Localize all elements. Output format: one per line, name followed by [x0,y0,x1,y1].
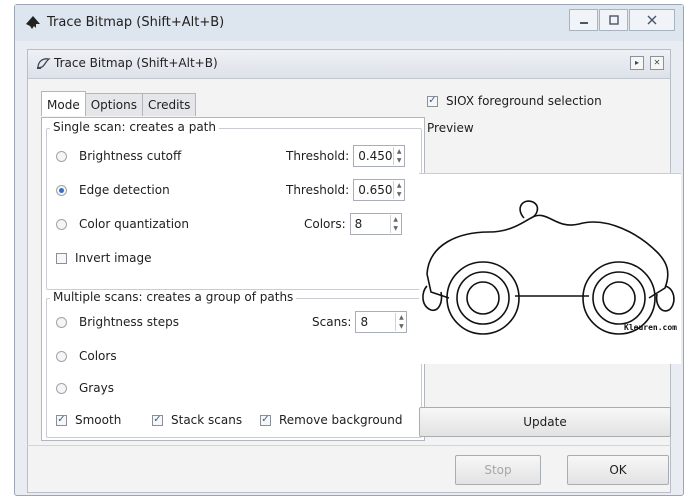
smooth-option[interactable]: ✓ Smooth [56,408,121,432]
close-button[interactable] [629,9,675,31]
brightness-threshold-label: Threshold: [286,149,350,163]
brightness-steps-radio[interactable] [56,316,67,328]
brightness-threshold-field: Threshold: 0.450 ▲ ▼ [286,145,406,167]
remove-background-label: Remove background [279,413,403,427]
single-scan-legend: Single scan: creates a path [50,120,219,134]
preview-area: Kleuren.com [419,173,681,364]
brightness-threshold-value[interactable]: 0.450 [354,149,393,163]
stack-scans-checkbox[interactable]: ✓ [152,414,163,426]
spinner-arrows-icon[interactable]: ▲ ▼ [395,313,406,331]
spinner-arrows-icon[interactable]: ▲ ▼ [393,181,404,199]
scans-count-value[interactable]: 8 [356,315,395,329]
brightness-steps-label: Brightness steps [79,315,179,329]
edge-threshold-label: Threshold: [286,183,350,197]
panel-float-button[interactable]: ▸ [630,56,644,70]
preview-watermark: Kleuren.com [624,323,677,332]
invert-image-checkbox[interactable] [56,252,67,264]
colors-count-value[interactable]: 8 [351,217,390,231]
colors-count-field: Colors: 8 ▲ ▼ [304,213,402,235]
invert-image-label: Invert image [75,251,152,265]
scans-count-label: Scans: [312,315,352,329]
spinner-arrows-icon[interactable]: ▲ ▼ [389,215,401,233]
window-titlebar[interactable]: Trace Bitmap (Shift+Alt+B) [15,5,683,41]
invert-image-option[interactable]: Invert image [56,246,151,270]
siox-option[interactable]: ✓ SIOX foreground selection [427,89,602,113]
edge-detection-radio[interactable] [56,184,67,196]
grays-label: Grays [79,381,114,395]
color-quantization-label: Color quantization [79,217,190,231]
tab-credits[interactable]: Credits [142,93,197,116]
brightness-threshold-spinner[interactable]: 0.450 ▲ ▼ [353,145,406,167]
panel-header: Trace Bitmap (Shift+Alt+B) ▸ ✕ [28,50,670,79]
colors-option[interactable]: Colors [56,344,117,368]
minimize-button[interactable] [569,9,598,31]
color-quantization-radio[interactable] [56,218,67,230]
brightness-steps-option[interactable]: Brightness steps [56,310,179,334]
brightness-cutoff-radio[interactable] [56,150,67,162]
remove-background-checkbox[interactable]: ✓ [260,414,271,426]
panel-close-button[interactable]: ✕ [650,56,664,70]
spinner-arrows-icon[interactable]: ▲ ▼ [393,147,404,165]
ok-button[interactable]: OK [567,455,669,485]
trace-bitmap-window: Trace Bitmap (Shift+Alt+B) Trace Bitmap … [14,4,684,496]
car-trace-preview-image [422,200,675,335]
colors-count-label: Colors: [304,217,346,231]
scans-count-field: Scans: 8 ▲ ▼ [312,311,408,333]
edge-threshold-field: Threshold: 0.650 ▲ ▼ [286,179,406,201]
colors-radio[interactable] [56,350,67,362]
brightness-cutoff-label: Brightness cutoff [79,149,182,163]
brightness-cutoff-option[interactable]: Brightness cutoff [56,144,181,168]
grays-radio[interactable] [56,382,67,394]
stack-scans-option[interactable]: ✓ Stack scans [152,408,242,432]
update-button[interactable]: Update [419,407,671,437]
smooth-label: Smooth [75,413,122,427]
edge-detection-label: Edge detection [79,183,170,197]
siox-label: SIOX foreground selection [446,94,602,108]
window-title: Trace Bitmap (Shift+Alt+B) [47,15,225,30]
panel-title: Trace Bitmap (Shift+Alt+B) [54,56,218,70]
edge-detection-option[interactable]: Edge detection [56,178,170,202]
inkscape-app-icon [25,15,41,34]
edge-threshold-spinner[interactable]: 0.650 ▲ ▼ [353,179,406,201]
remove-background-option[interactable]: ✓ Remove background [260,408,403,432]
mode-tab-panel: Single scan: creates a path Brightness c… [41,117,425,441]
tab-mode[interactable]: Mode [41,91,86,116]
edge-threshold-value[interactable]: 0.650 [354,183,393,197]
dialog-separator [27,445,671,446]
maximize-button[interactable] [599,9,628,31]
preview-label: Preview [427,121,474,135]
scans-count-spinner[interactable]: 8 ▲ ▼ [355,311,408,333]
stop-button[interactable]: Stop [455,455,541,485]
colors-label: Colors [79,349,117,363]
smooth-checkbox[interactable]: ✓ [56,414,67,426]
color-quantization-option[interactable]: Color quantization [56,212,189,236]
stack-scans-label: Stack scans [171,413,243,427]
trace-bitmap-icon [36,56,52,73]
tab-options[interactable]: Options [84,93,144,116]
colors-count-spinner[interactable]: 8 ▲ ▼ [349,213,402,235]
grays-option[interactable]: Grays [56,376,114,400]
siox-checkbox[interactable]: ✓ [427,95,438,107]
multiple-scans-legend: Multiple scans: creates a group of paths [50,290,297,304]
